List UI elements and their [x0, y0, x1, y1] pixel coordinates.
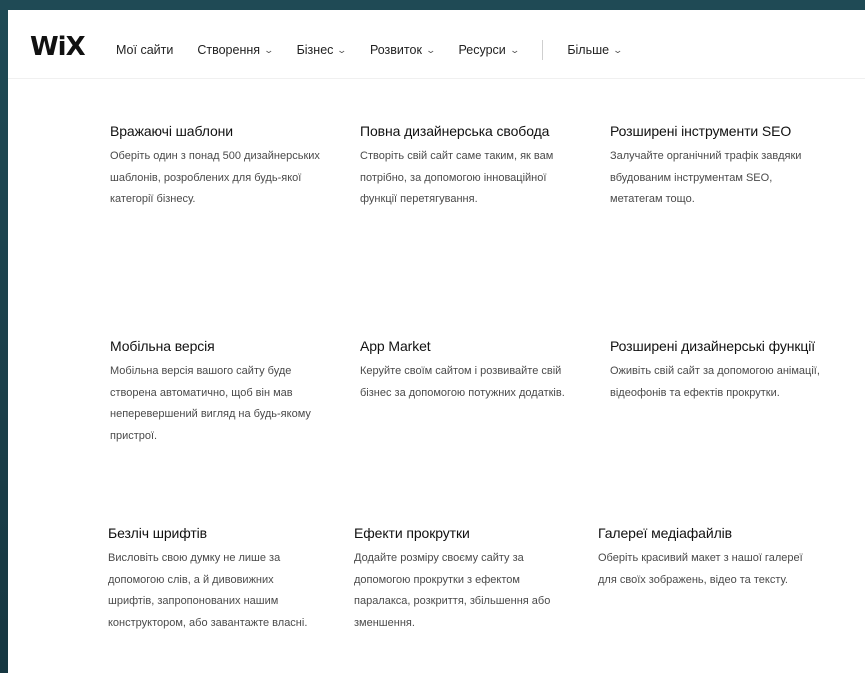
nav-more[interactable]: Більше ⌄ — [567, 43, 624, 57]
nav-label: Більше — [567, 43, 610, 57]
chevron-down-icon: ⌄ — [263, 44, 275, 55]
feature-description: Створіть свій сайт саме таким, як вам по… — [360, 150, 554, 205]
nav-resources[interactable]: Ресурси ⌄ — [458, 43, 520, 57]
nav-grow[interactable]: Розвиток ⌄ — [369, 43, 436, 57]
feature-description: Оживіть свій сайт за допомогою анімації,… — [610, 365, 820, 399]
feature-title: Безліч шрифтів — [108, 525, 207, 541]
feature-title: Мобільна версія — [110, 338, 215, 354]
feature-title: Ефекти прокрутки — [354, 525, 470, 541]
nav-business[interactable]: Бізнес ⌄ — [296, 43, 348, 57]
feature-design-functions: Розширені дизайнерські функції Оживіть с… — [610, 338, 860, 404]
feature-description: Додайте розміру своєму сайту за допомого… — [354, 552, 551, 629]
feature-description: Оберіть красивий макет з нашої галереї д… — [598, 552, 803, 586]
feature-description: Залучайте органічний трафік завдяки вбуд… — [610, 150, 802, 205]
chevron-down-icon: ⌄ — [509, 44, 520, 55]
nav-label: Бізнес — [296, 43, 334, 57]
feature-seo-tools: Розширені інструменти SEO Залучайте орга… — [610, 123, 840, 211]
nav-label: Ресурси — [458, 43, 506, 57]
feature-app-market: App Market Керуйте своїм сайтом і розвив… — [360, 338, 590, 404]
feature-fonts: Безліч шрифтів Висловіть свою думку не л… — [108, 525, 338, 634]
nav-label: Розвиток — [369, 43, 422, 57]
feature-description: Мобільна версія вашого сайту буде створе… — [110, 365, 311, 442]
feature-description: Оберіть один з понад 500 дизайнерських ш… — [110, 150, 320, 205]
nav-divider — [542, 40, 544, 60]
nav-label: Мої сайти — [116, 43, 174, 57]
feature-title: Повна дизайнерська свобода — [360, 123, 550, 139]
feature-templates: Вражаючі шаблони Оберіть один з понад 50… — [110, 123, 340, 211]
chevron-down-icon: ⌄ — [336, 44, 348, 55]
main-nav: Мої сайти Створення ⌄ Бізнес ⌄ Розвиток … — [116, 40, 646, 60]
browser-page: WiX Мої сайти Створення ⌄ Бізнес ⌄ Розви… — [8, 10, 865, 673]
feature-title: Розширені інструменти SEO — [610, 123, 792, 139]
feature-description: Висловіть свою думку не лише за допомого… — [108, 552, 308, 629]
feature-title: Галереї медіафайлів — [598, 525, 732, 541]
nav-create[interactable]: Створення ⌄ — [197, 43, 275, 57]
feature-design-freedom: Повна дизайнерська свобода Створіть свій… — [360, 123, 590, 211]
top-navigation-bar: WiX Мої сайти Створення ⌄ Бізнес ⌄ Розви… — [8, 10, 865, 79]
chevron-down-icon: ⌄ — [612, 44, 624, 55]
feature-mobile: Мобільна версія Мобільна версія вашого с… — [110, 338, 340, 447]
feature-scroll-effects: Ефекти прокрутки Додайте розміру своєму … — [354, 525, 584, 634]
nav-my-sites[interactable]: Мої сайти — [116, 43, 173, 57]
feature-title: Вражаючі шаблони — [110, 123, 234, 139]
feature-title: Розширені дизайнерські функції — [610, 338, 816, 354]
feature-description: Керуйте своїм сайтом і розвивайте свій б… — [360, 365, 565, 399]
wix-logo[interactable]: WiX — [30, 32, 86, 62]
feature-media-galleries: Галереї медіафайлів Оберіть красивий мак… — [598, 525, 828, 591]
chevron-down-icon: ⌄ — [425, 44, 436, 55]
nav-label: Створення — [197, 43, 261, 57]
feature-title: App Market — [360, 338, 431, 354]
